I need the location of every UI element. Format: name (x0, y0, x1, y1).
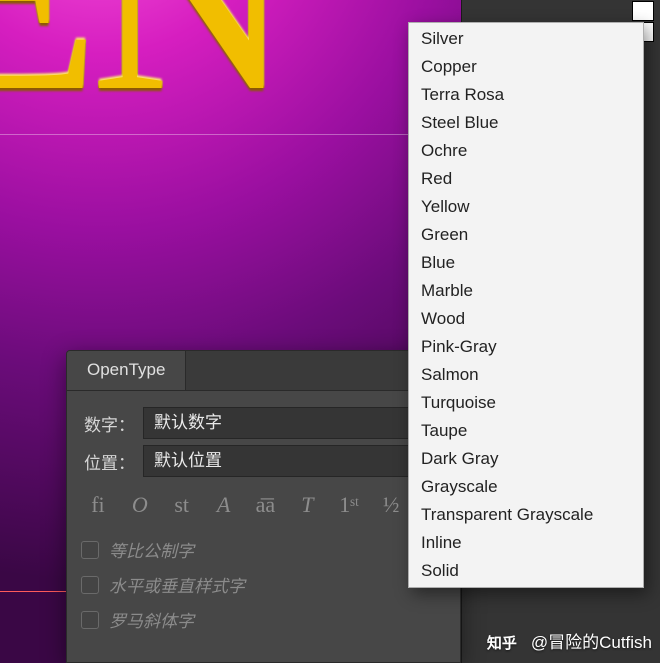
check-roman-italic[interactable]: 罗马斜体字 (77, 607, 450, 632)
menu-item-green[interactable]: Green (409, 221, 643, 249)
ordinal-1st-icon[interactable]: 1ˢᵗ (332, 487, 366, 523)
menu-item-dark-gray[interactable]: Dark Gray (409, 445, 643, 473)
menu-item-turquoise[interactable]: Turquoise (409, 389, 643, 417)
check-label: 水平或垂直样式字 (109, 572, 245, 597)
check-label: 等比公制字 (109, 537, 194, 562)
swatch-thumb-1[interactable] (632, 1, 654, 21)
baseline-guide (0, 134, 461, 135)
menu-item-silver[interactable]: Silver (409, 25, 643, 53)
menu-item-terra-rosa[interactable]: Terra Rosa (409, 81, 643, 109)
field-position[interactable]: 默认位置 (143, 445, 450, 477)
menu-item-inline[interactable]: Inline (409, 529, 643, 557)
stylistic-st-icon[interactable]: st (165, 487, 199, 523)
watermark-byline: @冒险的Cutfish (531, 628, 652, 653)
label-position: 位置： (77, 449, 135, 474)
contextual-aa-icon[interactable]: a͞a (249, 487, 283, 523)
checkbox-icon[interactable] (81, 541, 99, 559)
panel-tabbar: OpenType (67, 351, 460, 391)
menu-item-ochre[interactable]: Ochre (409, 137, 643, 165)
menu-item-transparent-grayscale[interactable]: Transparent Grayscale (409, 501, 643, 529)
smallcaps-t-icon[interactable]: T (290, 487, 324, 523)
menu-item-steel-blue[interactable]: Steel Blue (409, 109, 643, 137)
menu-item-salmon[interactable]: Salmon (409, 361, 643, 389)
material-dropdown-menu: Silver Copper Terra Rosa Steel Blue Ochr… (408, 22, 644, 588)
menu-item-copper[interactable]: Copper (409, 53, 643, 81)
watermark: 知乎 @冒险的Cutfish (487, 628, 652, 653)
titling-a-icon[interactable]: A (207, 487, 241, 523)
panel-body: 数字： 默认数字 位置： 默认位置 fi O st A a͞a T 1ˢᵗ ½ … (67, 391, 460, 632)
menu-item-taupe[interactable]: Taupe (409, 417, 643, 445)
menu-item-red[interactable]: Red (409, 165, 643, 193)
opentype-icon-row: fi O st A a͞a T 1ˢᵗ ½ a (77, 487, 450, 523)
menu-item-blue[interactable]: Blue (409, 249, 643, 277)
menu-item-marble[interactable]: Marble (409, 277, 643, 305)
menu-item-pink-gray[interactable]: Pink-Gray (409, 333, 643, 361)
opentype-panel: OpenType 数字： 默认数字 位置： 默认位置 fi O st A a͞a… (66, 350, 461, 663)
menu-item-wood[interactable]: Wood (409, 305, 643, 333)
row-numbers: 数字： 默认数字 (77, 407, 450, 439)
checkbox-icon[interactable] (81, 611, 99, 629)
zhihu-logo: 知乎 (487, 632, 525, 650)
menu-item-grayscale[interactable]: Grayscale (409, 473, 643, 501)
tab-opentype[interactable]: OpenType (67, 350, 186, 390)
swash-icon[interactable]: O (123, 487, 157, 523)
field-numbers[interactable]: 默认数字 (143, 407, 450, 439)
row-position: 位置： 默认位置 (77, 445, 450, 477)
check-proportional-metrics[interactable]: 等比公制字 (77, 537, 450, 562)
label-numbers: 数字： (77, 411, 135, 436)
check-hv-style[interactable]: 水平或垂直样式字 (77, 572, 450, 597)
checkbox-icon[interactable] (81, 576, 99, 594)
menu-item-solid[interactable]: Solid (409, 557, 643, 585)
check-label: 罗马斜体字 (109, 607, 194, 632)
ligature-fi-icon[interactable]: fi (81, 487, 115, 523)
menu-item-yellow[interactable]: Yellow (409, 193, 643, 221)
fraction-half-icon[interactable]: ½ (374, 487, 408, 523)
